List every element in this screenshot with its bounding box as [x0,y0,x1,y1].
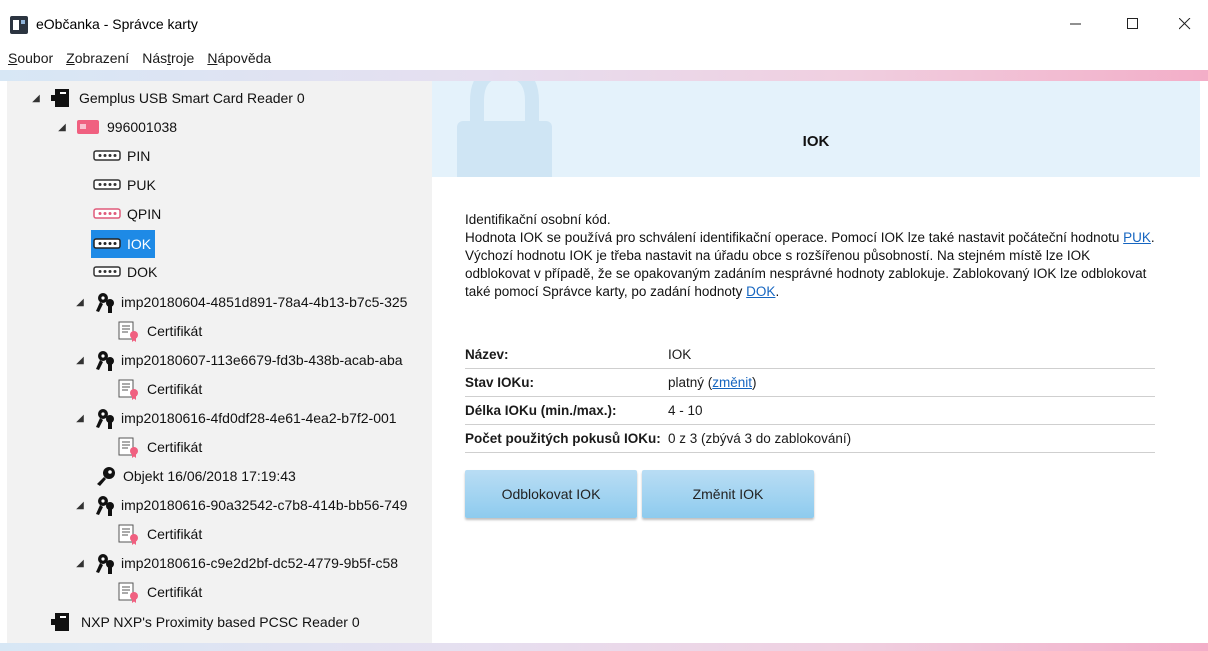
qpin-code-icon [93,208,121,219]
description: Identifikační osobní kód. Hodnota IOK se… [465,212,1155,299]
header-gradient [0,70,1208,81]
tree-item-certificate-3[interactable]: Certifikát [117,433,202,461]
pin-code-icon [93,238,121,249]
title-bar: eObčanka - Správce karty [0,0,1208,46]
detail-title: IOK [802,133,830,150]
card-tree: ◢ Gemplus USB Smart Card Reader 0 ◢ 9960… [7,81,432,643]
property-row-state: Stav IOKu: platný (změnit) [465,369,1155,397]
certificate-icon [118,379,138,400]
collapse-icon[interactable]: ◢ [55,122,69,133]
property-row-attempts: Počet použitých pokusů IOKu: 0 z 3 (zbýv… [465,425,1155,453]
tree-item-certificate-1[interactable]: Certifikát [117,317,202,345]
tree-item-reader-nxp[interactable]: NXP NXP's Proximity based PCSC Reader 0 [51,608,360,636]
tree-item-reader-gemplus[interactable]: ◢ Gemplus USB Smart Card Reader 0 [29,84,305,112]
lock-watermark-icon [457,81,552,177]
tree-item-object[interactable]: Objekt 16/06/2018 17:19:43 [95,462,296,490]
footer-gradient [0,643,1208,651]
maximize-icon [1127,18,1138,29]
pin-code-icon [93,150,121,161]
key-pair-icon [96,351,114,371]
collapse-icon[interactable]: ◢ [29,93,43,104]
tree-item-iok-selected[interactable]: IOK [91,230,156,258]
minimize-button[interactable] [1053,8,1099,40]
window-title: eObčanka - Správce karty [36,16,198,32]
pin-code-icon [93,266,121,277]
tree-item-key-4[interactable]: ◢ imp20180616-90a32542-c7b8-414b-bb56-74… [73,491,407,519]
change-iok-button[interactable]: Změnit IOK [642,470,814,518]
dok-link[interactable]: DOK [746,284,775,299]
certificate-icon [118,582,138,603]
tree-item-key-5[interactable]: ◢ imp20180616-c9e2d2bf-dc52-4779-9b5f-c5… [73,549,398,577]
tree-item-certificate-4[interactable]: Certifikát [117,520,202,548]
collapse-icon[interactable]: ◢ [73,413,87,424]
detail-header: IOK [432,81,1200,177]
detail-panel: IOK Identifikační osobní kód. Hodnota IO… [432,81,1200,643]
tree-item-certificate-2[interactable]: Certifikát [117,375,202,403]
tree-item-dok[interactable]: DOK [93,258,157,286]
maximize-button[interactable] [1110,8,1156,40]
certificate-icon [118,437,138,458]
tree-item-certificate-5[interactable]: Certifikát [117,578,202,606]
tree-item-key-3[interactable]: ◢ imp20180616-4fd0df28-4e61-4ea2-b7f2-00… [73,404,397,432]
menu-zobrazeni[interactable]: Zobrazení [58,46,134,70]
menu-bar: Soubor Zobrazení Nástroje Nápověda [0,46,1208,70]
minimize-icon [1070,23,1081,25]
smart-card-icon [77,120,99,134]
key-pair-icon [96,554,114,574]
tree-item-puk[interactable]: PUK [93,171,156,199]
card-reader-icon [51,613,69,631]
close-icon [1179,18,1191,30]
unblock-iok-button[interactable]: Odblokovat IOK [465,470,637,518]
collapse-icon[interactable]: ◢ [73,500,87,511]
key-pair-icon [96,409,114,429]
tree-item-key-2[interactable]: ◢ imp20180607-113e6679-fd3b-438b-acab-ab… [73,346,403,374]
collapse-icon[interactable]: ◢ [73,355,87,366]
key-pair-icon [96,496,114,516]
tree-item-qpin[interactable]: QPIN [93,200,161,228]
key-icon [97,467,115,486]
tree-item-card[interactable]: ◢ 996001038 [55,113,177,141]
key-pair-icon [96,293,114,313]
pin-code-icon [93,179,121,190]
certificate-icon [118,524,138,545]
property-row-name: Název: IOK [465,341,1155,369]
puk-link[interactable]: PUK [1123,230,1151,245]
properties-table: Název: IOK Stav IOKu: platný (změnit) Dé… [465,341,1155,453]
tree-item-pin[interactable]: PIN [93,142,150,170]
menu-soubor[interactable]: Soubor [0,46,58,70]
collapse-icon[interactable]: ◢ [73,297,87,308]
collapse-icon[interactable]: ◢ [73,558,87,569]
menu-napoveda[interactable]: Nápověda [199,46,276,70]
close-button[interactable] [1162,8,1208,40]
card-reader-icon [51,89,69,107]
property-row-length: Délka IOKu (min./max.): 4 - 10 [465,397,1155,425]
certificate-icon [118,321,138,342]
menu-nastroje[interactable]: Nástroje [134,46,199,70]
change-state-link[interactable]: změnit [712,375,752,390]
app-icon [10,16,28,34]
tree-item-key-1[interactable]: ◢ imp20180604-4851d891-78a4-4b13-b7c5-32… [73,288,407,316]
